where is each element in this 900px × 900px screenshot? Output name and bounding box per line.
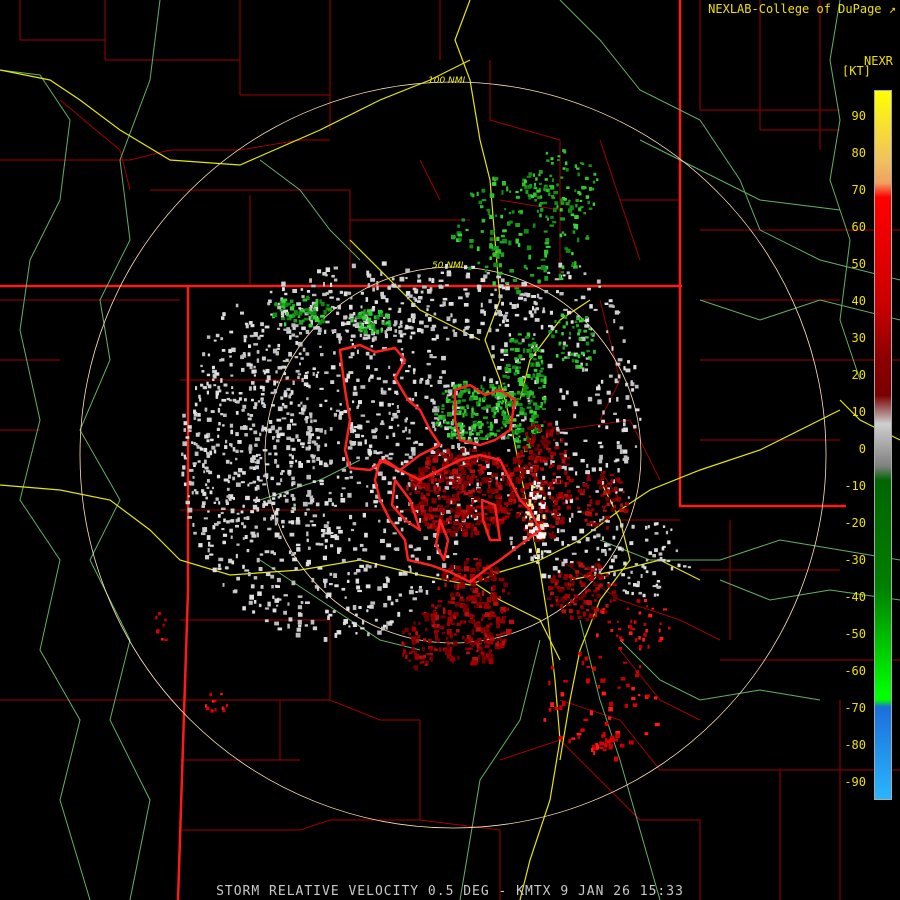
legend-tick: 20 (851, 368, 866, 382)
external-link-icon: ↗ (888, 2, 896, 16)
legend-tick: 80 (851, 146, 866, 160)
state-lines (0, 0, 846, 900)
legend-tick: 50 (851, 257, 866, 271)
product-caption: STORM RELATIVE VELOCITY 0.5 DEG - KMTX 9… (216, 884, 684, 899)
legend-tick: -80 (844, 738, 866, 752)
legend-tick: -90 (844, 775, 866, 789)
legend-tick: -50 (844, 627, 866, 641)
legend-tick: -60 (844, 664, 866, 678)
legend-tick: 90 (851, 109, 866, 123)
legend-tick: 0 (858, 442, 866, 456)
legend-unit: [KT] (842, 64, 871, 78)
legend-tick: 40 (851, 294, 866, 308)
radar-map: 100 NMI 50 NMI (0, 0, 900, 900)
range-ring-label-50: 50 NMI (432, 261, 464, 271)
legend-tick: -70 (844, 701, 866, 715)
legend-tick: -10 (844, 479, 866, 493)
legend-tick: 60 (851, 220, 866, 234)
credit-label: NEXLAB-College of DuPage ↗ (708, 2, 896, 16)
legend-tick: 70 (851, 183, 866, 197)
velocity-color-legend (874, 90, 892, 800)
legend-tick: 10 (851, 405, 866, 419)
legend-tick: -20 (844, 516, 866, 530)
range-ring-label-100: 100 NMI (428, 76, 466, 86)
radar-echoes (155, 149, 691, 762)
legend-tick: 30 (851, 331, 866, 345)
legend-tick: -40 (844, 590, 866, 604)
legend-tick: -30 (844, 553, 866, 567)
